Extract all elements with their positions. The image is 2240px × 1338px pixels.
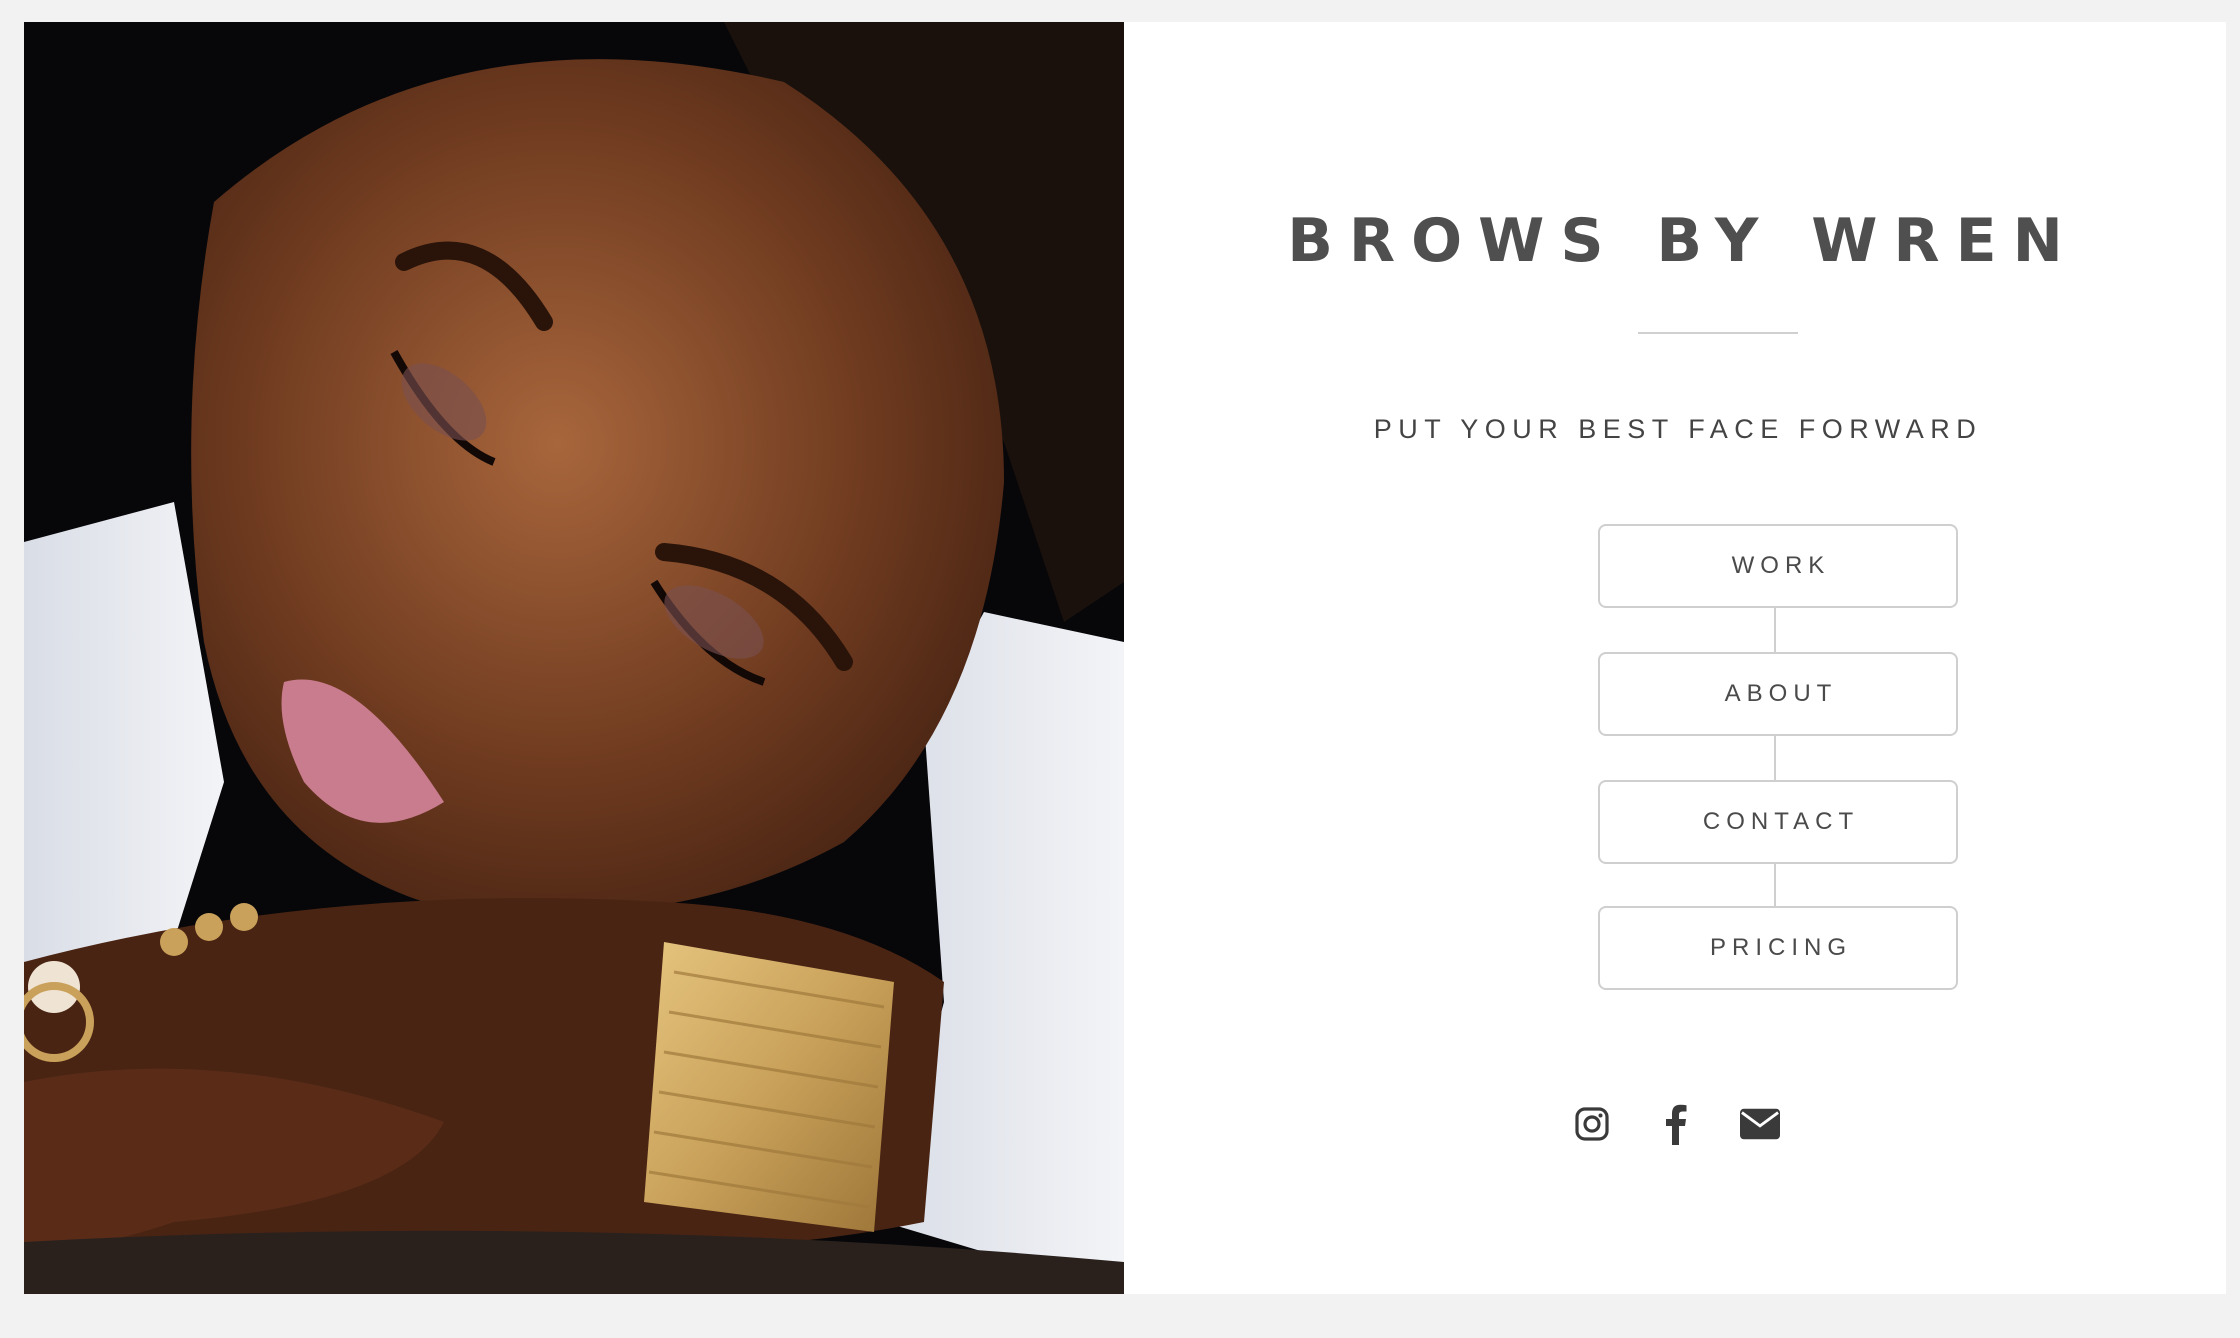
- page-frame: BROWS BY WREN PUT YOUR BEST FACE FORWARD…: [24, 22, 2226, 1294]
- social-links: [1124, 1102, 2226, 1152]
- nav-connector: [1774, 864, 1776, 906]
- email-icon[interactable]: [1740, 1102, 1780, 1146]
- nav-button-pricing[interactable]: PRICING: [1598, 906, 1958, 990]
- nav-button-about[interactable]: ABOUT: [1598, 652, 1958, 736]
- title-divider: [1638, 332, 1798, 334]
- tagline: PUT YOUR BEST FACE FORWARD: [1373, 414, 1983, 444]
- hero-photo: [24, 22, 1124, 1294]
- portrait-illustration: [24, 22, 1124, 1294]
- nav-connector: [1774, 608, 1776, 652]
- instagram-icon[interactable]: [1572, 1102, 1612, 1146]
- nav-button-work[interactable]: WORK: [1598, 524, 1958, 608]
- nav-connector: [1774, 736, 1776, 780]
- nav-button-contact[interactable]: CONTACT: [1598, 780, 1958, 864]
- content-panel: BROWS BY WREN PUT YOUR BEST FACE FORWARD…: [1124, 22, 2226, 1294]
- site-title: BROWS BY WREN: [1287, 206, 2079, 276]
- facebook-icon[interactable]: [1656, 1102, 1696, 1146]
